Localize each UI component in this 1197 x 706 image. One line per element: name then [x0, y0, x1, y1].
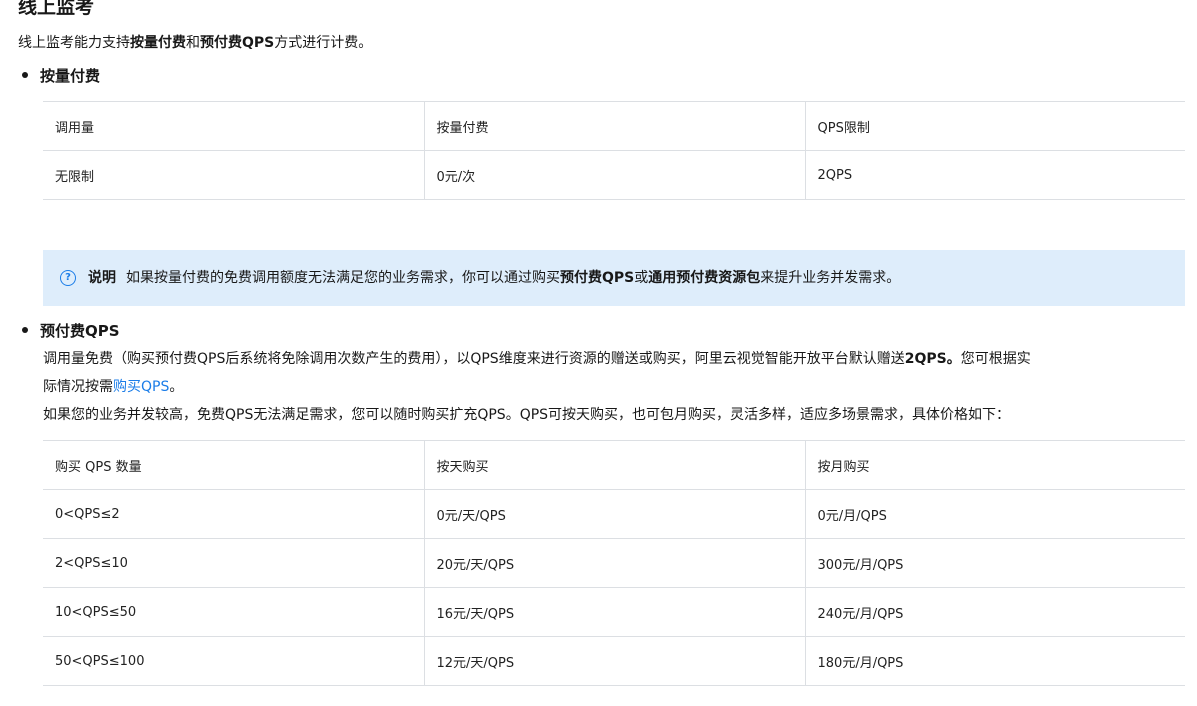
- table-cell: 180元/月/QPS: [804, 636, 1185, 686]
- table-header-cell: 按天购买: [423, 440, 805, 490]
- table-cell: 2<QPS≤10: [43, 538, 424, 588]
- section1-heading: 按量付费: [40, 67, 101, 85]
- table-cell: 0元/次: [423, 150, 805, 200]
- intro-paragraph: 线上监考能力支持按量付费和预付费QPS方式进行计费。: [18, 29, 372, 57]
- table-cell: 0元/月/QPS: [804, 489, 1185, 539]
- prepaid-desc-line-3: 如果您的业务并发较高，免费QPS无法满足需求，您可以随时购买扩充QPS。QPS可…: [43, 407, 1011, 423]
- note-bold-resource-pack: 通用预付费资源包: [648, 270, 761, 286]
- page-title: 线上监考: [18, 0, 95, 18]
- intro-bold-pay-as-you-go: 按量付费: [130, 35, 186, 51]
- note-text: 说明 如果按量付费的免费调用额度无法满足您的业务需求，你可以通过购买预付费QPS或…: [88, 265, 900, 291]
- prepaid-desc-text-end: 。: [169, 379, 184, 395]
- bullet-icon: [22, 326, 28, 333]
- table-row: 无限制 0元/次 2QPS: [43, 150, 1185, 200]
- table-cell: 16元/天/QPS: [423, 587, 805, 637]
- section2-heading: 预付费QPS: [40, 322, 120, 340]
- prepaid-desc-text: 际情况按需: [43, 379, 113, 395]
- table-header-cell: 按月购买: [804, 440, 1185, 490]
- table-row: 2<QPS≤10 20元/天/QPS 300元/月/QPS: [43, 538, 1185, 588]
- prepaid-desc-text: 调用量免费（购买预付费QPS后系统将免除调用次数产生的费用），以QPS维度来进行…: [43, 351, 905, 367]
- table-cell: 无限制: [43, 150, 424, 200]
- section-heading-pay-as-you-go: 按量付费: [22, 64, 100, 88]
- table-cell: 10<QPS≤50: [43, 587, 424, 637]
- intro-prefix: 线上监考能力支持: [18, 35, 130, 51]
- table-header-cell: 调用量: [43, 101, 424, 151]
- table-cell: 50<QPS≤100: [43, 636, 424, 686]
- note-mid: 或: [634, 270, 649, 286]
- prepaid-desc-text-end: 您可根据实: [960, 351, 1031, 367]
- prepaid-desc-line-1: 调用量免费（购买预付费QPS后系统将免除调用次数产生的费用），以QPS维度来进行…: [43, 345, 1031, 374]
- section-heading-prepaid-qps: 预付费QPS: [22, 319, 120, 343]
- prepaid-desc-line-2: 际情况按需购买QPS。: [43, 373, 183, 402]
- table-header-cell: QPS限制: [804, 101, 1185, 151]
- bullet-icon: [22, 71, 28, 78]
- table-row: 50<QPS≤100 12元/天/QPS 180元/月/QPS: [43, 636, 1185, 686]
- note-suffix: 来提升业务并发需求。: [760, 270, 901, 286]
- note-bold-prepaid-qps: 预付费QPS: [560, 270, 635, 286]
- table-cell: 300元/月/QPS: [804, 538, 1185, 588]
- note-label: 说明: [88, 270, 116, 286]
- buy-qps-link[interactable]: 购买QPS: [113, 379, 169, 395]
- table-header-row: 购买 QPS 数量 按天购买 按月购买: [43, 440, 1185, 490]
- intro-mid: 和: [186, 35, 200, 51]
- prepaid-qps-price-table: 购买 QPS 数量 按天购买 按月购买 0<QPS≤2 0元/天/QPS 0元/…: [43, 440, 1185, 686]
- question-circle-icon: ?: [60, 270, 76, 286]
- table-cell: 20元/天/QPS: [423, 538, 805, 588]
- table-cell: 0<QPS≤2: [43, 489, 424, 539]
- note-callout: ? 说明 如果按量付费的免费调用额度无法满足您的业务需求，你可以通过购买预付费QP…: [43, 250, 1185, 306]
- table-cell: 240元/月/QPS: [804, 587, 1185, 637]
- table-row: 10<QPS≤50 16元/天/QPS 240元/月/QPS: [43, 587, 1185, 637]
- table-header-cell: 按量付费: [423, 101, 805, 151]
- intro-suffix: 方式进行计费。: [274, 35, 373, 51]
- table-row: 0<QPS≤2 0元/天/QPS 0元/月/QPS: [43, 489, 1185, 539]
- prepaid-free-qps: 2QPS。: [904, 351, 961, 367]
- table-header-row: 调用量 按量付费 QPS限制: [43, 101, 1185, 151]
- doc-page: 线上监考 线上监考能力支持按量付费和预付费QPS方式进行计费。 按量付费 调用量…: [0, 0, 1197, 706]
- note-prefix: 如果按量付费的免费调用额度无法满足您的业务需求，你可以通过购买: [126, 270, 560, 286]
- table-cell: 12元/天/QPS: [423, 636, 805, 686]
- table-cell: 2QPS: [804, 150, 1185, 200]
- table-cell: 0元/天/QPS: [423, 489, 805, 539]
- table-header-cell: 购买 QPS 数量: [43, 440, 424, 490]
- pay-as-you-go-table: 调用量 按量付费 QPS限制 无限制 0元/次 2QPS: [43, 101, 1185, 200]
- intro-bold-prepaid-qps: 预付费QPS: [200, 35, 275, 51]
